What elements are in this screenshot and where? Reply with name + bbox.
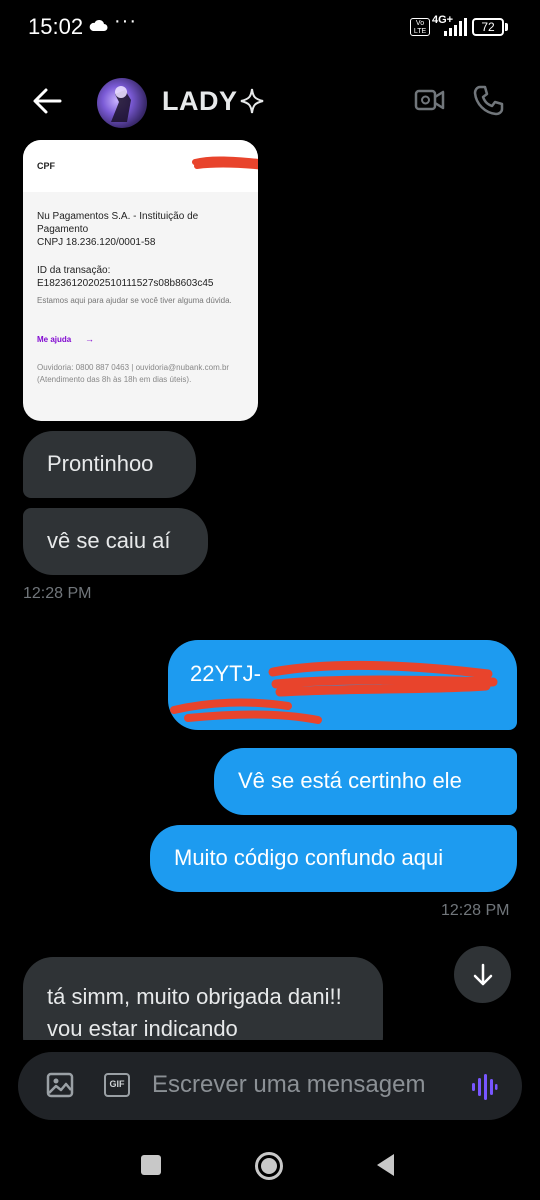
message-bubble-outgoing[interactable]: Vê se está certinho ele bbox=[214, 748, 517, 815]
receipt-cnpj: CNPJ 18.236.120/0001-58 bbox=[37, 237, 156, 248]
message-input[interactable] bbox=[152, 1071, 452, 1099]
receipt-transaction-id: E18236120202510111527s08b8603c45 bbox=[37, 278, 214, 289]
recent-apps-button[interactable] bbox=[141, 1155, 161, 1175]
status-time: 15:02 bbox=[28, 14, 84, 39]
message-bubble-incoming[interactable]: Prontinhoo bbox=[23, 431, 196, 498]
receipt-help-text: Estamos aqui para ajudar se você tiver a… bbox=[37, 296, 232, 305]
receipt-ombudsman: Ouvidoria: 0800 887 0463 | ouvidoria@nub… bbox=[37, 363, 230, 384]
receipt-help-link: Me ajuda bbox=[37, 335, 72, 344]
message-bubble-outgoing[interactable]: Muito código confundo aqui bbox=[150, 825, 517, 892]
payment-receipt-image[interactable]: CPF ••••••••••• Nu Pagamentos S.A. - Ins… bbox=[23, 140, 258, 421]
back-arrow-icon[interactable] bbox=[30, 84, 64, 118]
gif-button[interactable]: GIF bbox=[104, 1073, 130, 1097]
nav-back-icon[interactable] bbox=[374, 1152, 396, 1178]
more-notifications-icon: ··· bbox=[114, 10, 137, 32]
receipt-transaction-label: ID da transação: bbox=[37, 265, 111, 276]
scroll-to-bottom-button[interactable] bbox=[454, 946, 511, 1003]
arrow-down-icon bbox=[473, 963, 492, 985]
redaction-scribble bbox=[192, 156, 258, 170]
message-timestamp: 12:28 PM bbox=[23, 585, 92, 602]
receipt-institution: Nu Pagamentos S.A. - Instituição de Paga… bbox=[37, 211, 199, 235]
contact-name[interactable]: LADY bbox=[162, 86, 238, 117]
message-composer: GIF bbox=[18, 1052, 522, 1120]
home-button-dot bbox=[261, 1158, 277, 1174]
avatar-figure-icon bbox=[111, 86, 131, 122]
video-call-icon[interactable] bbox=[414, 86, 446, 114]
cloud-icon bbox=[89, 19, 108, 31]
avatar[interactable] bbox=[97, 78, 147, 128]
redaction-scribble bbox=[170, 660, 498, 724]
receipt-cpf-label: CPF bbox=[37, 161, 55, 171]
message-timestamp: 12:28 PM bbox=[441, 902, 510, 919]
voice-message-icon[interactable] bbox=[470, 1073, 498, 1101]
image-attach-icon[interactable] bbox=[46, 1072, 74, 1098]
sparkle-icon bbox=[240, 88, 264, 114]
signal-icon bbox=[444, 18, 467, 36]
message-bubble-outgoing[interactable]: 22YTJ- bbox=[168, 640, 517, 730]
battery-tip bbox=[505, 23, 508, 31]
phone-call-icon[interactable] bbox=[472, 84, 504, 116]
battery-icon: 72 bbox=[472, 18, 504, 36]
volte-icon: Vo LTE bbox=[410, 18, 430, 36]
message-bubble-incoming[interactable]: vê se caiu aí bbox=[23, 508, 208, 575]
arrow-right-icon: → bbox=[85, 334, 94, 344]
